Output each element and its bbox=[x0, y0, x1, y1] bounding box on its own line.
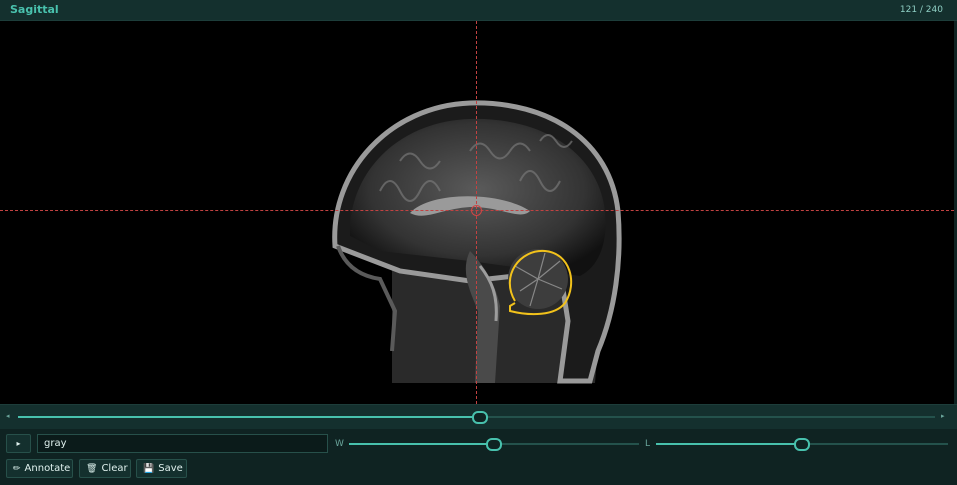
level-slider[interactable] bbox=[656, 438, 948, 451]
slice-next-icon[interactable]: ▸ bbox=[941, 412, 945, 420]
trash-icon: 🗑 bbox=[86, 463, 98, 474]
annotate-button[interactable]: ✏ Annotate bbox=[6, 459, 73, 478]
save-label: Save bbox=[158, 463, 183, 474]
window-slider-fill bbox=[349, 443, 494, 445]
image-viewport[interactable] bbox=[0, 21, 954, 404]
slice-slider-row: ◂ ▸ bbox=[0, 404, 957, 430]
slice-counter: 121 / 240 bbox=[899, 5, 943, 15]
viewer-header: Sagittal 121 / 240 bbox=[0, 0, 957, 21]
window-slider-thumb[interactable] bbox=[486, 438, 502, 451]
slice-prev-icon[interactable]: ◂ bbox=[6, 412, 10, 420]
window-label: W bbox=[335, 439, 344, 449]
slice-slider-thumb[interactable] bbox=[472, 411, 488, 424]
view-title: Sagittal bbox=[10, 3, 59, 16]
colormap-value: gray bbox=[44, 438, 67, 449]
crosshair-center[interactable] bbox=[471, 205, 482, 216]
level-label: L bbox=[645, 439, 651, 449]
colormap-select[interactable]: gray bbox=[37, 434, 328, 453]
slice-slider-fill bbox=[18, 416, 480, 418]
annotate-label: Annotate bbox=[24, 463, 71, 474]
slice-slider[interactable] bbox=[18, 411, 935, 424]
clear-label: Clear bbox=[101, 463, 128, 474]
level-slider-thumb[interactable] bbox=[794, 438, 810, 451]
controls-panel: ▸ gray W L ✏ Annotate 🗑 Clear 💾 Save bbox=[0, 429, 957, 485]
floppy-icon: 💾 bbox=[143, 463, 155, 474]
window-slider[interactable] bbox=[349, 438, 639, 451]
level-slider-fill bbox=[656, 443, 802, 445]
clear-button[interactable]: 🗑 Clear bbox=[79, 459, 131, 478]
pencil-icon: ✏ bbox=[13, 463, 21, 474]
save-button[interactable]: 💾 Save bbox=[136, 459, 187, 478]
play-icon: ▸ bbox=[16, 439, 21, 448]
play-button[interactable]: ▸ bbox=[6, 434, 31, 453]
